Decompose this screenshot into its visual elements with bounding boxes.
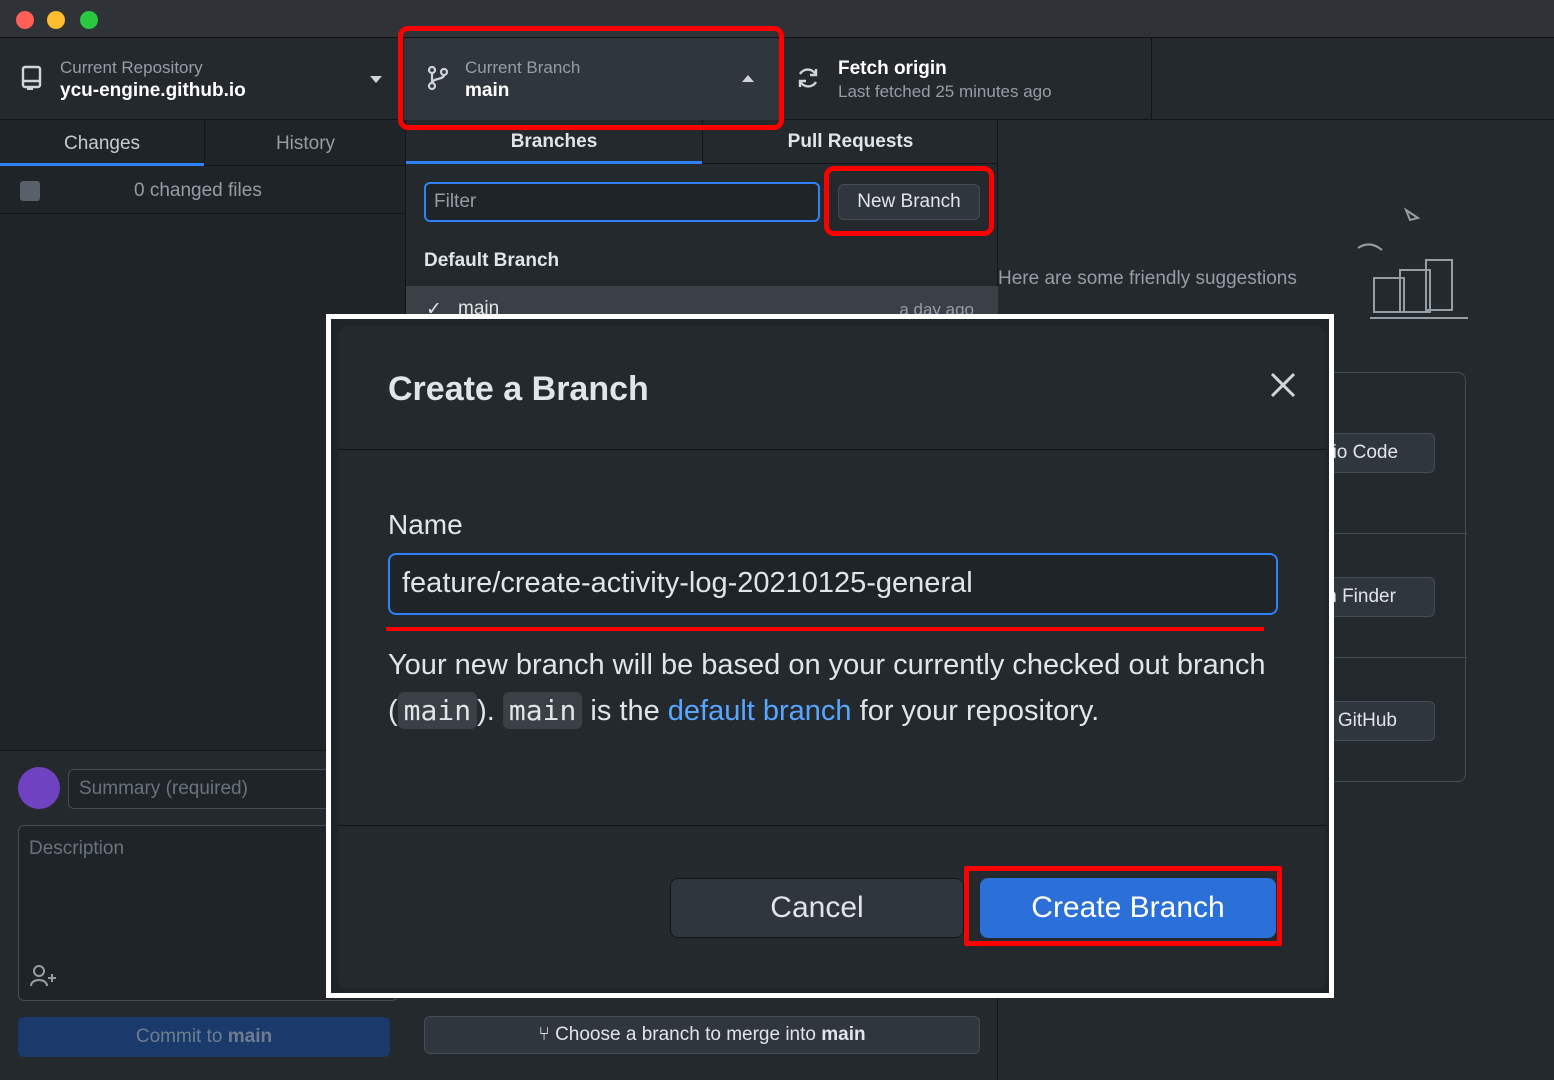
commit-button[interactable]: Commit to main [18, 1017, 390, 1057]
dialog-title: Create a Branch [388, 370, 649, 408]
close-window-button[interactable] [16, 11, 34, 29]
annotation-underline [386, 627, 1264, 631]
default-branch-link[interactable]: default branch [668, 695, 852, 727]
explanation-text: for your repository. [851, 695, 1100, 727]
add-coauthor-icon[interactable] [29, 964, 59, 988]
default-branch-heading: Default Branch [424, 250, 560, 271]
commit-button-branch: main [227, 1026, 273, 1047]
commit-button-prefix: Commit to [135, 1026, 228, 1047]
sidebar-tabs: Changes History [0, 120, 406, 166]
explanation-text: is the [582, 695, 668, 727]
merge-into-branch: main [821, 1024, 866, 1045]
fetch-origin-subtitle: Last fetched 25 minutes ago [838, 82, 1052, 101]
repository-name: ycu-engine.github.io [60, 80, 246, 101]
highlight-current-branch [398, 26, 784, 130]
current-repository-button[interactable]: Current Repository ycu-engine.github.io [0, 38, 404, 120]
default-branch-code: main [502, 692, 583, 729]
sync-icon [798, 68, 818, 88]
branch-filter-input[interactable]: Filter [424, 182, 820, 222]
git-merge-icon: ⑂ [538, 1024, 556, 1045]
fetch-origin-button[interactable]: Fetch origin Last fetched 25 minutes ago [784, 38, 1152, 120]
name-label: Name [388, 509, 463, 540]
branch-explanation: Your new branch will be based on your cu… [388, 643, 1268, 734]
dialog-body: Name feature/create-activity-log-2021012… [338, 451, 1326, 825]
branch-name-input[interactable]: feature/create-activity-log-20210125-gen… [388, 553, 1278, 615]
zoom-window-button[interactable] [80, 11, 98, 29]
suggestions-text: Here are some friendly suggestions [998, 268, 1297, 289]
tab-changes[interactable]: Changes [0, 120, 204, 166]
dialog-header: Create a Branch [338, 326, 1326, 450]
changed-files-header: 0 changed files [0, 166, 406, 214]
merge-into-prefix: Choose a branch to merge into [555, 1024, 822, 1045]
chevron-down-icon [370, 76, 382, 83]
description-placeholder: Description [29, 838, 125, 859]
highlight-new-branch [824, 166, 994, 236]
boxes-illustration-icon [1357, 207, 1468, 319]
explanation-text: ). [477, 695, 503, 727]
cancel-button[interactable]: Cancel [670, 878, 964, 938]
tab-history[interactable]: History [204, 120, 406, 166]
select-all-checkbox[interactable] [20, 181, 40, 201]
close-icon[interactable] [1268, 370, 1298, 400]
current-branch-code: main [397, 692, 478, 729]
current-repository-label: Current Repository [60, 58, 203, 77]
minimize-window-button[interactable] [47, 11, 65, 29]
avatar [18, 767, 60, 809]
changed-files-count: 0 changed files [134, 180, 262, 201]
merge-into-button[interactable]: ⑂ Choose a branch to merge into main [424, 1016, 980, 1054]
repository-icon [21, 65, 42, 90]
highlight-create-branch [964, 866, 1282, 946]
fetch-origin-title: Fetch origin [838, 58, 947, 79]
